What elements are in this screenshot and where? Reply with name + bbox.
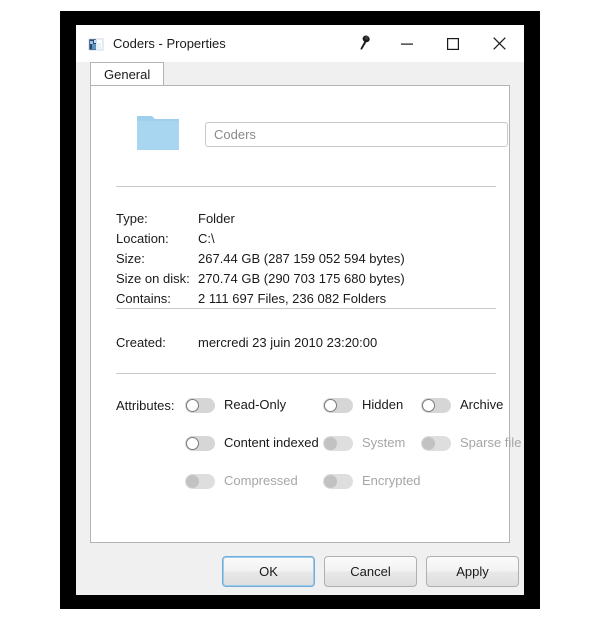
attribute-label-encrypted: Encrypted	[362, 473, 421, 488]
toggle-compressed	[185, 473, 215, 489]
attribute-compressed: Compressed	[185, 472, 298, 490]
maximize-icon[interactable]	[430, 25, 476, 62]
window-title: Coders - Properties	[113, 36, 226, 51]
toggle-read-only[interactable]	[185, 397, 215, 413]
attribute-hidden[interactable]: Hidden	[323, 396, 403, 414]
info-value-created: mercredi 23 juin 2010 23:20:00	[198, 335, 378, 350]
attribute-read-only[interactable]: Read-Only	[185, 396, 286, 414]
attributes-label: Attributes:	[116, 398, 175, 413]
info-label-size-on-disk: Size on disk:	[116, 271, 190, 286]
attribute-label-compressed: Compressed	[224, 473, 298, 488]
minimize-icon[interactable]	[384, 25, 430, 62]
divider-middle	[116, 308, 496, 309]
info-label-size: Size:	[116, 251, 145, 266]
attribute-system: System	[323, 434, 405, 452]
info-value-contains: 2 111 697 Files, 236 082 Folders	[198, 291, 387, 306]
attribute-label-hidden: Hidden	[362, 397, 404, 412]
properties-dialog: Coders - Properties General Coders Type:…	[76, 25, 524, 595]
info-label-contains: Contains:	[116, 291, 171, 306]
info-value-size-on-disk: 270.74 GB (290 703 175 680 bytes)	[198, 271, 405, 286]
attribute-archive[interactable]: Archive	[421, 396, 503, 414]
ok-button[interactable]: OK	[222, 556, 315, 587]
general-tab-panel: Type: Folder Location: C:\ Size: 267.44 …	[90, 85, 521, 543]
attribute-content-indexed[interactable]: Content indexed	[185, 434, 319, 452]
dialog-footer: OK Cancel Apply	[76, 543, 524, 595]
attribute-label-content-indexed: Content indexed	[224, 435, 319, 450]
info-label-type: Type:	[116, 211, 148, 226]
title-bar: Coders - Properties	[76, 25, 524, 62]
close-icon[interactable]	[476, 25, 522, 62]
info-value-location: C:\	[198, 231, 215, 246]
divider-bottom	[116, 373, 496, 374]
tab-general-label: General	[104, 67, 151, 82]
screen: Coders - Properties General Coders Type:…	[0, 0, 600, 620]
toggle-system	[323, 435, 353, 451]
toggle-sparse-file	[421, 435, 451, 451]
apply-button[interactable]: Apply	[426, 556, 519, 587]
toggle-encrypted	[323, 473, 353, 489]
attribute-label-sparse-file: Sparse file	[460, 435, 522, 450]
info-label-created: Created:	[116, 335, 166, 350]
info-label-location: Location:	[116, 231, 169, 246]
info-value-type: Folder	[198, 211, 235, 226]
info-value-size: 267.44 GB (287 159 052 594 bytes)	[198, 251, 405, 266]
divider-top	[116, 186, 496, 187]
folder-image-icon	[88, 36, 104, 52]
attribute-label-read-only: Read-Only	[224, 397, 287, 412]
toggle-hidden[interactable]	[323, 397, 353, 413]
cancel-button[interactable]: Cancel	[324, 556, 417, 587]
tab-strip: General	[76, 62, 524, 85]
folder-name-input[interactable]	[205, 122, 508, 147]
toggle-content-indexed[interactable]	[185, 435, 215, 451]
folder-icon	[133, 112, 183, 154]
attribute-sparse-file: Sparse file	[421, 434, 521, 452]
attribute-label-system: System	[362, 435, 406, 450]
attribute-label-archive: Archive	[460, 397, 504, 412]
toggle-archive[interactable]	[421, 397, 451, 413]
pushpin-icon[interactable]	[352, 32, 376, 56]
tab-general[interactable]: General	[90, 62, 165, 85]
attribute-encrypted: Encrypted	[323, 472, 421, 490]
